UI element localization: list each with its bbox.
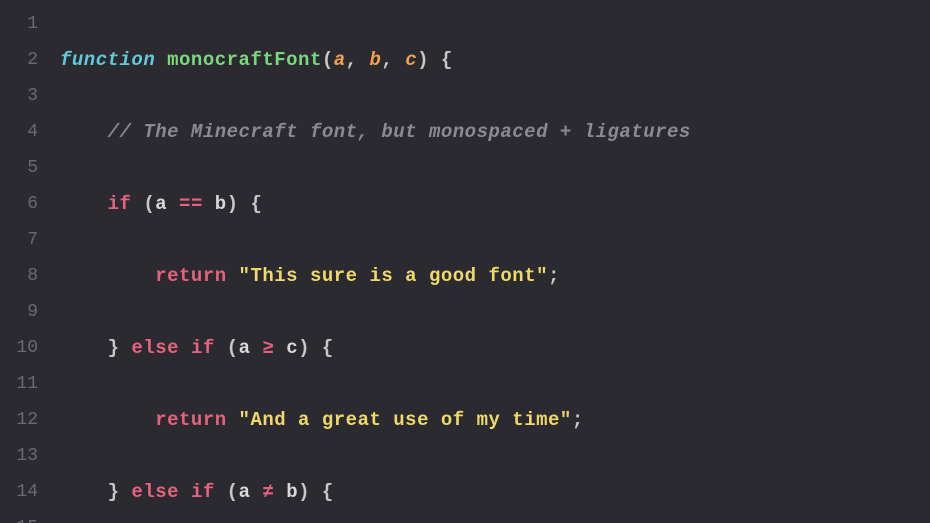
paren-open: ( bbox=[227, 481, 239, 503]
brace-open: { bbox=[250, 193, 262, 215]
line-number: 9 bbox=[0, 294, 50, 330]
brace-open: { bbox=[441, 49, 453, 71]
operator-eq: == bbox=[167, 193, 215, 215]
string-literal: "This sure is a good font" bbox=[239, 265, 548, 287]
brace-open: { bbox=[322, 481, 334, 503]
keyword-if: if bbox=[191, 337, 215, 359]
keyword-if: if bbox=[191, 481, 215, 503]
paren-close: ) bbox=[227, 193, 239, 215]
keyword-else: else bbox=[131, 481, 179, 503]
line-number: 4 bbox=[0, 114, 50, 150]
line-number: 1 bbox=[0, 6, 50, 42]
var-a: a bbox=[155, 193, 167, 215]
keyword-else: else bbox=[131, 337, 179, 359]
code-line: function monocraftFont(a, b, c) { bbox=[60, 42, 930, 78]
paren-close: ) bbox=[298, 481, 310, 503]
line-number: 3 bbox=[0, 78, 50, 114]
line-number: 7 bbox=[0, 222, 50, 258]
var-c: c bbox=[286, 337, 298, 359]
code-area[interactable]: function monocraftFont(a, b, c) { // The… bbox=[50, 0, 930, 523]
keyword-return: return bbox=[155, 265, 226, 287]
code-line: if (a == b) { bbox=[60, 186, 930, 222]
param-c: c bbox=[405, 49, 417, 71]
line-number: 5 bbox=[0, 150, 50, 186]
code-editor: 1 2 3 4 5 6 7 8 9 10 11 12 13 14 15 func… bbox=[0, 0, 930, 523]
line-number: 10 bbox=[0, 330, 50, 366]
comma: , bbox=[381, 49, 393, 71]
operator-neq: ≠ bbox=[250, 481, 286, 503]
code-line: // The Minecraft font, but monospaced + … bbox=[60, 114, 930, 150]
line-number: 15 bbox=[0, 510, 50, 523]
paren-close: ) bbox=[298, 337, 310, 359]
brace-close: } bbox=[108, 337, 120, 359]
paren-open: ( bbox=[143, 193, 155, 215]
var-b: b bbox=[215, 193, 227, 215]
comma: , bbox=[346, 49, 358, 71]
comment: // The Minecraft font, but monospaced + … bbox=[108, 121, 691, 143]
param-a: a bbox=[334, 49, 346, 71]
paren-close: ) bbox=[417, 49, 429, 71]
paren-open: ( bbox=[322, 49, 334, 71]
keyword-return: return bbox=[155, 409, 226, 431]
line-number: 8 bbox=[0, 258, 50, 294]
line-number: 2 bbox=[0, 42, 50, 78]
brace-close: } bbox=[108, 481, 120, 503]
code-line: } else if (a ≥ c) { bbox=[60, 330, 930, 366]
operator-gte: ≥ bbox=[250, 337, 286, 359]
code-line: return "And a great use of my time"; bbox=[60, 402, 930, 438]
brace-open: { bbox=[322, 337, 334, 359]
param-b: b bbox=[369, 49, 381, 71]
function-name: monocraftFont bbox=[167, 49, 322, 71]
line-number: 14 bbox=[0, 474, 50, 510]
code-line: return "This sure is a good font"; bbox=[60, 258, 930, 294]
paren-open: ( bbox=[227, 337, 239, 359]
line-number-gutter: 1 2 3 4 5 6 7 8 9 10 11 12 13 14 15 bbox=[0, 0, 50, 523]
line-number: 13 bbox=[0, 438, 50, 474]
var-a: a bbox=[239, 481, 251, 503]
line-number: 11 bbox=[0, 366, 50, 402]
semicolon: ; bbox=[548, 265, 560, 287]
code-line: } else if (a ≠ b) { bbox=[60, 474, 930, 510]
var-a: a bbox=[239, 337, 251, 359]
var-b: b bbox=[286, 481, 298, 503]
keyword-if: if bbox=[108, 193, 132, 215]
line-number: 6 bbox=[0, 186, 50, 222]
semicolon: ; bbox=[572, 409, 584, 431]
line-number: 12 bbox=[0, 402, 50, 438]
string-literal: "And a great use of my time" bbox=[239, 409, 572, 431]
keyword-function: function bbox=[60, 49, 155, 71]
